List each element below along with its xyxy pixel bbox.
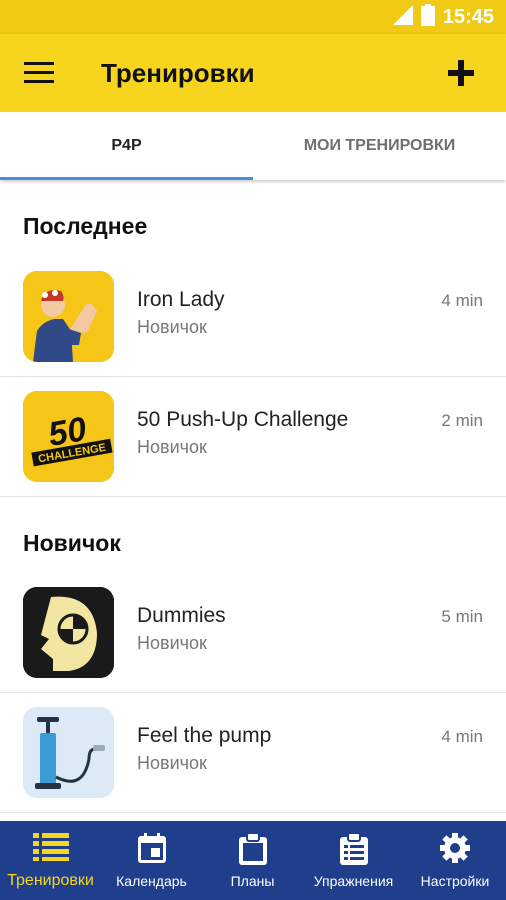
workout-level: Новичок bbox=[137, 633, 207, 653]
status-bar: 15:45 bbox=[0, 0, 506, 34]
hamburger-icon bbox=[24, 62, 54, 83]
pump-icon bbox=[23, 707, 114, 798]
divider bbox=[0, 496, 506, 497]
workout-thumbnail: 50 CHALLENGE bbox=[23, 391, 114, 482]
workout-name: Feel the pump bbox=[137, 724, 272, 747]
workout-thumbnail bbox=[23, 707, 114, 798]
workout-duration: 4 min bbox=[441, 291, 483, 310]
divider bbox=[0, 812, 506, 813]
crash-dummy-icon bbox=[23, 587, 114, 678]
iron-lady-icon bbox=[23, 271, 114, 362]
tab-p4p[interactable]: P4P bbox=[0, 112, 253, 180]
section-title-beginner: Новичок bbox=[23, 530, 121, 556]
nav-label: Тренировки bbox=[7, 872, 94, 889]
section-title-recent: Последнее bbox=[23, 213, 148, 239]
list-icon bbox=[32, 833, 69, 861]
workout-row-feel-the-pump[interactable]: Feel the pump Новичок 4 min bbox=[0, 693, 506, 813]
nav-label: Планы bbox=[230, 873, 275, 889]
workout-level: Новичок bbox=[137, 753, 207, 773]
nav-settings[interactable]: Настройки bbox=[404, 821, 506, 900]
tab-my-workouts[interactable]: МОИ ТРЕНИРОВКИ bbox=[253, 112, 506, 180]
workout-name: Iron Lady bbox=[137, 288, 225, 311]
nav-label: Упражнения bbox=[313, 873, 394, 889]
challenge-icon: 50 CHALLENGE bbox=[23, 391, 114, 482]
nav-label: Календарь bbox=[116, 873, 187, 889]
clipboard-icon bbox=[238, 833, 267, 865]
status-time: 15:45 bbox=[442, 5, 494, 28]
plus-icon bbox=[448, 60, 474, 86]
workout-name: 50 Push-Up Challenge bbox=[137, 408, 349, 431]
app-bar: Тренировки bbox=[0, 34, 506, 112]
signal-icon bbox=[392, 4, 413, 30]
bottom-navigation: Тренировки Календарь Планы Упражнения На… bbox=[0, 821, 506, 900]
workout-thumbnail bbox=[23, 271, 114, 362]
workout-duration: 2 min bbox=[441, 411, 483, 430]
workout-duration: 4 min bbox=[441, 727, 483, 746]
add-workout-button[interactable] bbox=[442, 54, 480, 92]
workout-duration: 5 min bbox=[441, 607, 483, 626]
menu-button[interactable] bbox=[20, 56, 58, 90]
workout-level: Новичок bbox=[137, 317, 207, 337]
tab-indicator bbox=[0, 177, 253, 180]
nav-label: Настройки bbox=[420, 873, 490, 889]
nav-calendar[interactable]: Календарь bbox=[101, 821, 202, 900]
nav-workouts[interactable]: Тренировки bbox=[0, 821, 101, 900]
gear-icon bbox=[440, 833, 470, 863]
workout-row-50-pushup[interactable]: 50 CHALLENGE 50 Push-Up Challenge Новичо… bbox=[0, 377, 506, 497]
nav-plans[interactable]: Планы bbox=[202, 821, 303, 900]
workout-thumbnail bbox=[23, 587, 114, 678]
calendar-icon bbox=[137, 833, 166, 863]
nav-exercises[interactable]: Упражнения bbox=[303, 821, 404, 900]
workout-name: Dummies bbox=[137, 604, 226, 627]
battery-icon bbox=[420, 3, 435, 31]
workout-row-dummies[interactable]: Dummies Новичок 5 min bbox=[0, 573, 506, 693]
checklist-icon bbox=[339, 833, 368, 865]
page-title: Тренировки bbox=[101, 58, 255, 88]
workout-row-iron-lady[interactable]: Iron Lady Новичок 4 min bbox=[0, 257, 506, 377]
workout-level: Новичок bbox=[137, 437, 207, 457]
tab-bar: P4P МОИ ТРЕНИРОВКИ bbox=[0, 112, 506, 180]
